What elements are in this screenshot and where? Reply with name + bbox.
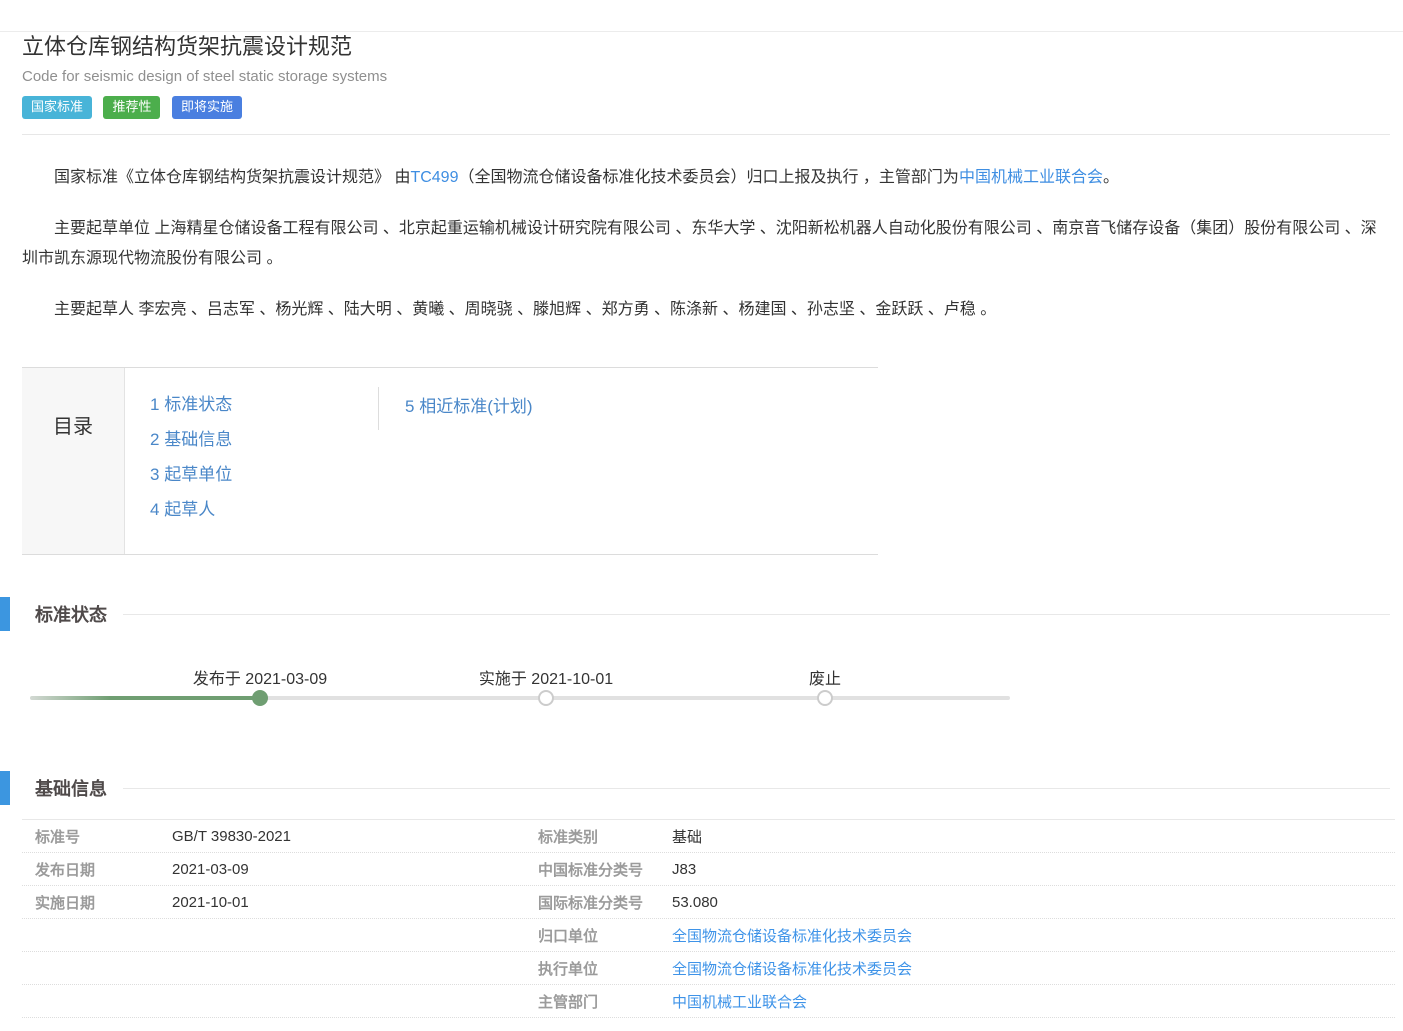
info-value: 全国物流仓储设备标准化技术委员会 — [672, 925, 1395, 946]
intro-text: 。 — [1103, 169, 1119, 186]
table-of-contents: 目录 1 标准状态 2 基础信息 3 起草单位 4 起草人 5 相近标准(计划) — [22, 367, 878, 555]
toc-link-status[interactable]: 1 标准状态 — [150, 395, 232, 414]
info-value: 全国物流仓储设备标准化技术委员会 — [672, 958, 1395, 979]
status-timeline: 发布于 2021-03-09 实施于 2021-10-01 废止 — [0, 665, 1403, 731]
tc499-link[interactable]: TC499 — [410, 169, 458, 186]
header-divider — [22, 134, 1390, 135]
badge-row: 国家标准 推荐性 即将实施 — [22, 96, 1390, 119]
toc-content: 1 标准状态 2 基础信息 3 起草单位 4 起草人 5 相近标准(计划) — [125, 368, 878, 554]
info-label: 实施日期 — [35, 892, 172, 913]
section-rule — [123, 614, 1390, 615]
info-value: 53.080 — [672, 894, 1395, 911]
info-label: 主管部门 — [538, 991, 672, 1012]
badge-national-standard: 国家标准 — [22, 96, 92, 119]
basic-info-table: 标准号 GB/T 39830-2021 标准类别 基础 发布日期 2021-03… — [22, 819, 1395, 1018]
badge-recommended: 推荐性 — [103, 96, 160, 119]
intro-paragraph-governance: 国家标准《立体仓库钢结构货架抗震设计规范》 由TC499（全国物流仓储设备标准化… — [22, 163, 1389, 193]
toc-link-drafting-units[interactable]: 3 起草单位 — [150, 465, 232, 484]
toc-item-drafting-units: 3 起草单位 — [150, 457, 378, 492]
toc-column-2: 5 相近标准(计划) — [378, 387, 533, 430]
info-label: 中国标准分类号 — [538, 859, 672, 880]
info-label: 发布日期 — [35, 859, 172, 880]
toc-item-drafters: 4 起草人 — [150, 492, 378, 527]
status-section-title: 标准状态 — [35, 601, 107, 627]
info-value: J83 — [672, 861, 1395, 878]
section-accent-bar — [0, 597, 10, 631]
intro-text: 国家标准《立体仓库钢结构货架抗震设计规范》 由 — [54, 169, 410, 186]
ministry-link[interactable]: 中国机械工业联合会 — [959, 169, 1103, 186]
toc-text: 相近标准(计划) — [419, 397, 532, 416]
timeline-dot-implemented — [538, 690, 554, 706]
info-value: GB/T 39830-2021 — [172, 828, 538, 845]
intro-section: 国家标准《立体仓库钢结构货架抗震设计规范》 由TC499（全国物流仓储设备标准化… — [22, 163, 1389, 325]
intro-paragraph-drafting-units: 主要起草单位 上海精星仓储设备工程有限公司 、北京起重运输机械设计研究院有限公司… — [22, 214, 1389, 274]
info-label: 标准号 — [35, 826, 172, 847]
info-label: 标准类别 — [538, 826, 672, 847]
toc-item-basic-info: 2 基础信息 — [150, 422, 378, 457]
toc-num: 4 — [150, 500, 159, 519]
toc-text: 起草单位 — [164, 465, 232, 484]
table-row: 标准号 GB/T 39830-2021 标准类别 基础 — [22, 820, 1395, 853]
executor-link[interactable]: 全国物流仓储设备标准化技术委员会 — [672, 961, 912, 978]
timeline-dot-abolished — [817, 690, 833, 706]
info-section-heading: 基础信息 — [0, 771, 1403, 805]
toc-num: 3 — [150, 465, 159, 484]
info-label: 执行单位 — [538, 958, 672, 979]
info-label: 归口单位 — [538, 925, 672, 946]
supervisor-link[interactable]: 中国机械工业联合会 — [672, 994, 807, 1011]
info-value: 基础 — [672, 826, 1395, 847]
timeline-progress — [30, 696, 260, 700]
page-top-divider — [0, 31, 1403, 32]
page-subtitle-en: Code for seismic design of steel static … — [22, 68, 1390, 85]
info-value: 2021-03-09 — [172, 861, 538, 878]
toc-item-status: 1 标准状态 — [150, 387, 378, 422]
intro-paragraph-drafters: 主要起草人 李宏亮 、吕志军 、杨光辉 、陆大明 、黄曦 、周晓骁 、滕旭辉 、… — [22, 295, 1389, 325]
info-value: 中国机械工业联合会 — [672, 991, 1395, 1012]
toc-text: 基础信息 — [164, 430, 232, 449]
section-rule — [123, 788, 1390, 789]
toc-item-similar-standards: 5 相近标准(计划) — [405, 389, 533, 424]
badge-upcoming: 即将实施 — [172, 96, 242, 119]
timeline-label-abolished: 废止 — [809, 665, 841, 689]
page-title: 立体仓库钢结构货架抗震设计规范 — [22, 29, 1390, 61]
info-label: 国际标准分类号 — [538, 892, 672, 913]
info-section-title: 基础信息 — [35, 775, 107, 801]
toc-text: 起草人 — [164, 500, 215, 519]
table-row: 执行单位 全国物流仓储设备标准化技术委员会 — [22, 952, 1395, 985]
info-value: 2021-10-01 — [172, 894, 538, 911]
intro-text: （全国物流仓储设备标准化技术委员会）归口上报及执行 ，主管部门为 — [458, 169, 958, 186]
timeline-label-published: 发布于 2021-03-09 — [193, 665, 327, 689]
toc-link-basic-info[interactable]: 2 基础信息 — [150, 430, 232, 449]
toc-link-similar-standards[interactable]: 5 相近标准(计划) — [405, 397, 533, 416]
timeline-label-implemented: 实施于 2021-10-01 — [479, 665, 613, 689]
timeline-dot-published — [252, 690, 268, 706]
toc-num: 5 — [405, 397, 414, 416]
section-accent-bar — [0, 771, 10, 805]
toc-link-drafters[interactable]: 4 起草人 — [150, 500, 215, 519]
table-row: 归口单位 全国物流仓储设备标准化技术委员会 — [22, 919, 1395, 952]
toc-num: 1 — [150, 395, 159, 414]
toc-column-1: 1 标准状态 2 基础信息 3 起草单位 4 起草人 — [150, 387, 378, 527]
table-row: 发布日期 2021-03-09 中国标准分类号 J83 — [22, 853, 1395, 886]
status-section-heading: 标准状态 — [0, 597, 1403, 631]
toc-text: 标准状态 — [164, 395, 232, 414]
table-row: 实施日期 2021-10-01 国际标准分类号 53.080 — [22, 886, 1395, 919]
toc-label: 目录 — [22, 368, 125, 554]
toc-num: 2 — [150, 430, 159, 449]
committee-link[interactable]: 全国物流仓储设备标准化技术委员会 — [672, 928, 912, 945]
